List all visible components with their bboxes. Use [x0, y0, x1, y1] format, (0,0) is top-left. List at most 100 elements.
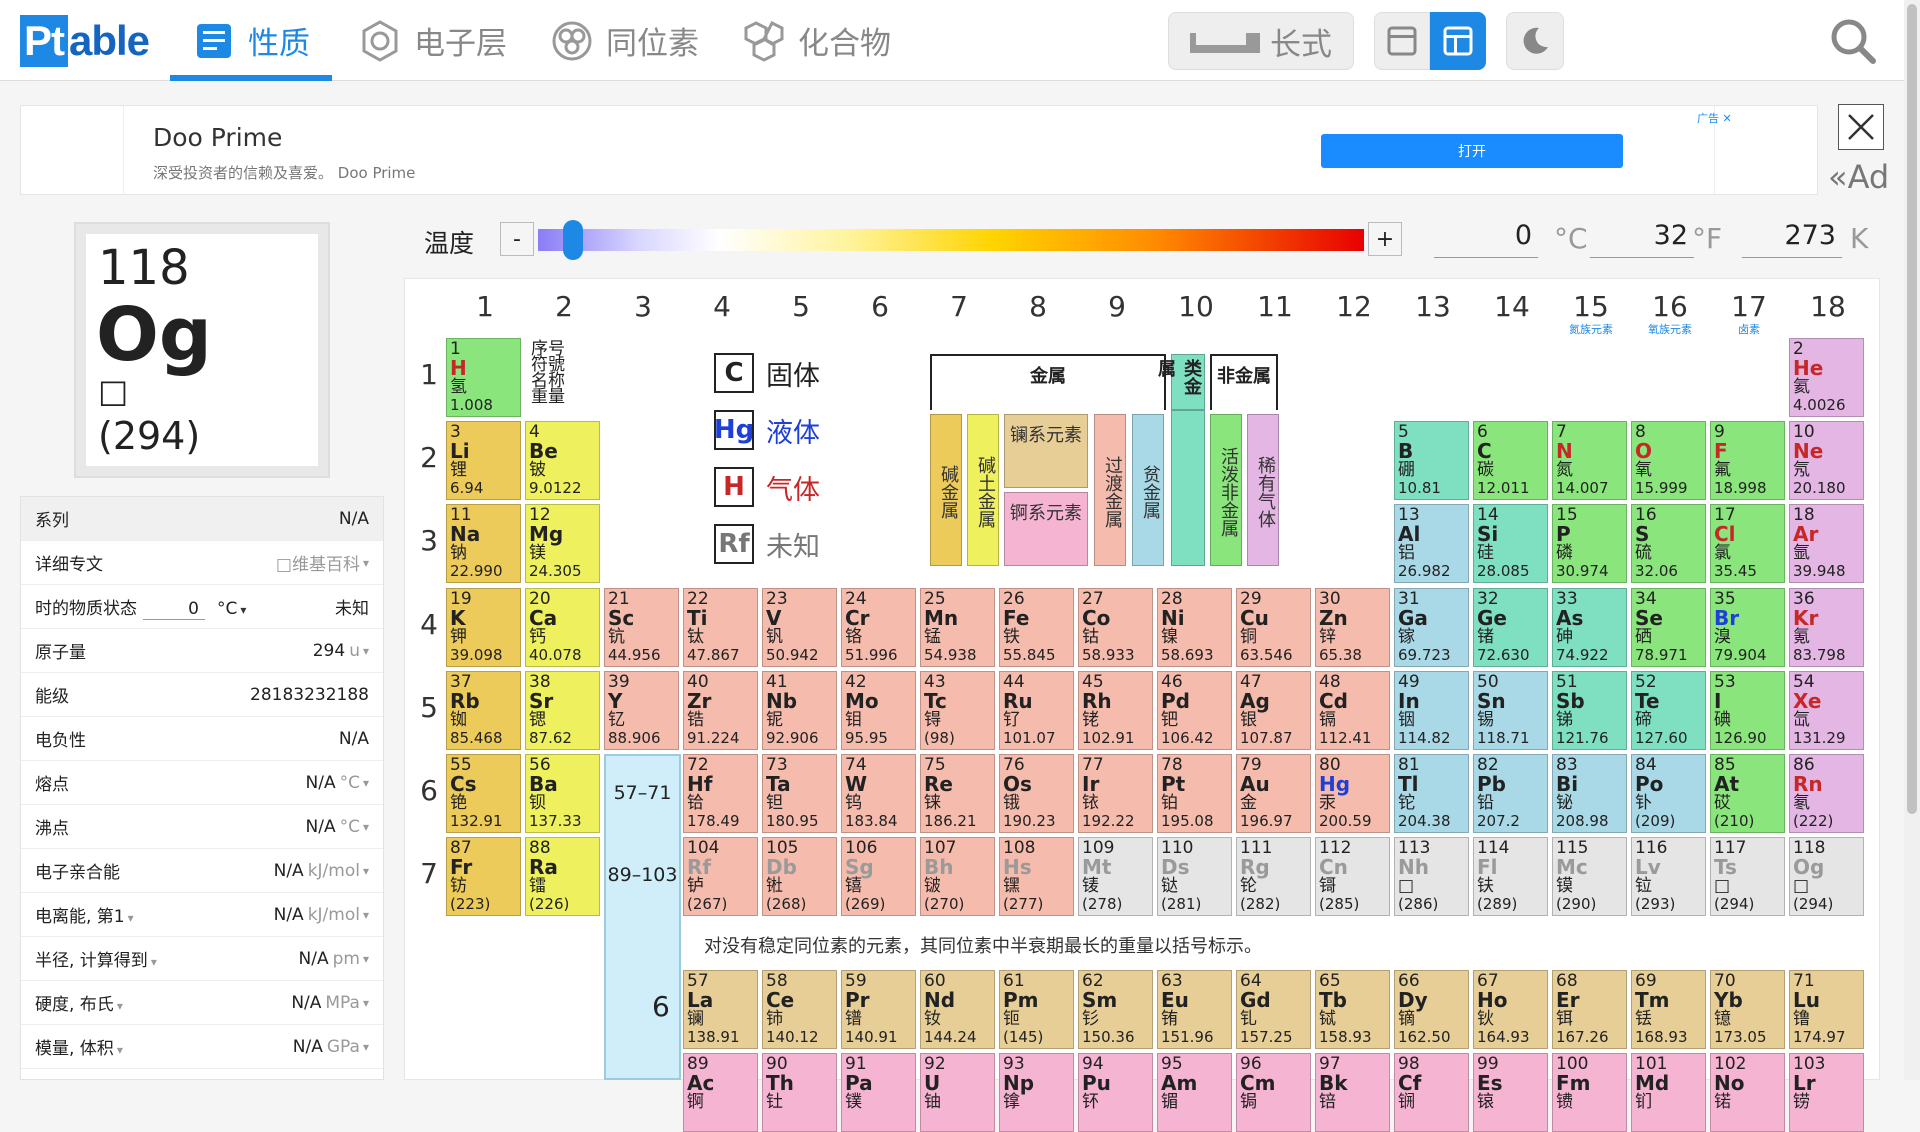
celsius-input[interactable]: 0: [1434, 220, 1538, 258]
element-cell-ag[interactable]: 47 Ag 银 107.87: [1236, 671, 1311, 750]
element-cell-rb[interactable]: 37 Rb 铷 85.468: [446, 671, 521, 750]
element-cell-og[interactable]: 118 Og □ (294): [1789, 837, 1864, 916]
element-cell-rh[interactable]: 45 Rh 铑 102.91: [1078, 671, 1153, 750]
element-cell-sg[interactable]: 106 Sg 𬭳 (269): [841, 837, 916, 916]
property-row[interactable]: 电离能, 第1 ▾ N/A kJ/mol ▾: [21, 893, 383, 937]
element-cell-rn[interactable]: 86 Rn 氡 (222): [1789, 754, 1864, 833]
element-cell-k[interactable]: 19 K 钾 39.098: [446, 588, 521, 667]
element-cell-bi[interactable]: 83 Bi 铋 208.98: [1552, 754, 1627, 833]
element-cell-nd[interactable]: 60 Nd 钕 144.24: [920, 970, 995, 1049]
property-row[interactable]: 时的物质状态 0 °C ▾ 未知: [21, 585, 383, 629]
element-cell-cr[interactable]: 24 Cr 铬 51.996: [841, 588, 916, 667]
element-cell-p[interactable]: 15 P 磷 30.974: [1552, 504, 1627, 583]
ad-toggle-label[interactable]: «Ad: [1828, 158, 1889, 196]
element-cell-co[interactable]: 27 Co 钴 58.933: [1078, 588, 1153, 667]
element-cell-bh[interactable]: 107 Bh 𬭛 (270): [920, 837, 995, 916]
chevron-down-icon[interactable]: ▾: [363, 776, 369, 790]
scrollbar-thumb[interactable]: [1907, 4, 1917, 814]
element-cell-cn[interactable]: 112 Cn 鿔 (285): [1315, 837, 1390, 916]
element-cell-as[interactable]: 33 As 砷 74.922: [1552, 588, 1627, 667]
state-key-unknown[interactable]: Rf 未知: [714, 524, 820, 564]
element-cell-sn[interactable]: 50 Sn 锡 118.71: [1473, 671, 1548, 750]
element-cell-ts[interactable]: 117 Ts □ (294): [1710, 837, 1785, 916]
element-cell-al[interactable]: 13 Al 铝 26.982: [1394, 504, 1469, 583]
group-header-15[interactable]: 15 氮族元素: [1552, 290, 1630, 337]
period-label-7[interactable]: 7: [418, 857, 440, 890]
property-label[interactable]: 电离能, 第1 ▾: [35, 902, 274, 927]
element-cell-mc[interactable]: 115 Mc 镆 (290): [1552, 837, 1627, 916]
element-cell-y[interactable]: 39 Y 钇 88.906: [604, 671, 679, 750]
element-cell-b[interactable]: 5 B 硼 10.81: [1394, 421, 1469, 500]
element-cell-ru[interactable]: 44 Ru 钌 101.07: [999, 671, 1074, 750]
element-cell-cl[interactable]: 17 Cl 氯 35.45: [1710, 504, 1785, 583]
group-header-6[interactable]: 6: [841, 290, 919, 323]
element-cell-ac[interactable]: 89 Ac 锕: [683, 1053, 758, 1132]
element-cell-pa[interactable]: 91 Pa 镤: [841, 1053, 916, 1132]
element-cell-si[interactable]: 14 Si 硅 28.085: [1473, 504, 1548, 583]
element-cell-yb[interactable]: 70 Yb 镱 173.05: [1710, 970, 1785, 1049]
element-cell-sc[interactable]: 21 Sc 钪 44.956: [604, 588, 679, 667]
chevron-down-icon[interactable]: ▾: [363, 644, 369, 658]
element-cell-cd[interactable]: 48 Cd 镉 112.41: [1315, 671, 1390, 750]
element-cell-he[interactable]: 2 He 氦 4.0026: [1789, 338, 1864, 417]
element-cell-zr[interactable]: 40 Zr 锆 91.224: [683, 671, 758, 750]
state-temperature-unit[interactable]: °C: [217, 599, 237, 619]
element-cell-eu[interactable]: 63 Eu 铕 151.96: [1157, 970, 1232, 1049]
element-cell-fm[interactable]: 100 Fm 镄: [1552, 1053, 1627, 1132]
element-cell-ga[interactable]: 31 Ga 镓 69.723: [1394, 588, 1469, 667]
element-cell-ar[interactable]: 18 Ar 氩 39.948: [1789, 504, 1864, 583]
element-cell-hs[interactable]: 108 Hs 𬭶 (277): [999, 837, 1074, 916]
layout-sidebar-button[interactable]: [1430, 12, 1486, 70]
element-cell-ni[interactable]: 28 Ni 镍 58.693: [1157, 588, 1232, 667]
group-header-4[interactable]: 4: [683, 290, 761, 323]
lanthanide-range[interactable]: 57–71: [604, 782, 681, 804]
element-cell-ge[interactable]: 32 Ge 锗 72.630: [1473, 588, 1548, 667]
element-cell-ti[interactable]: 22 Ti 钛 47.867: [683, 588, 758, 667]
element-cell-sr[interactable]: 38 Sr 锶 87.62: [525, 671, 600, 750]
element-cell-at[interactable]: 85 At 砹 (210): [1710, 754, 1785, 833]
element-cell-mt[interactable]: 109 Mt 鿏 (278): [1078, 837, 1153, 916]
legend-lanthanides[interactable]: 镧系元素: [1004, 414, 1088, 488]
element-cell-zn[interactable]: 30 Zn 锌 65.38: [1315, 588, 1390, 667]
element-cell-re[interactable]: 75 Re 铼 186.21: [920, 754, 995, 833]
period-label-5[interactable]: 5: [418, 691, 440, 724]
legend-alkaline-earth-metals[interactable]: 碱土金属: [967, 414, 999, 566]
element-cell-rf[interactable]: 104 Rf 𬬻 (267): [683, 837, 758, 916]
state-temperature-input[interactable]: 0: [143, 599, 205, 620]
long-form-button[interactable]: 长式: [1168, 12, 1354, 70]
legend-metalloid[interactable]: 类金属: [1155, 354, 1205, 410]
ptable-logo[interactable]: Pt able: [20, 15, 150, 67]
element-cell-ds[interactable]: 110 Ds 𫟼 (281): [1157, 837, 1232, 916]
period-label-2[interactable]: 2: [418, 441, 440, 474]
element-cell-th[interactable]: 90 Th 钍: [762, 1053, 837, 1132]
group-header-9[interactable]: 9: [1078, 290, 1156, 323]
state-key-liquid[interactable]: Hg 液体: [714, 410, 820, 450]
group-header-12[interactable]: 12: [1315, 290, 1393, 323]
chevron-down-icon[interactable]: ▾: [363, 952, 369, 966]
group-header-17[interactable]: 17 卤素: [1710, 290, 1788, 337]
element-cell-in[interactable]: 49 In 铟 114.82: [1394, 671, 1469, 750]
element-cell-bk[interactable]: 97 Bk 锫: [1315, 1053, 1390, 1132]
ad-choices-tag[interactable]: 广告 ✕: [1697, 110, 1732, 126]
chevron-down-icon[interactable]: ▾: [363, 820, 369, 834]
group-header-11[interactable]: 11: [1236, 290, 1314, 323]
element-cell-pu[interactable]: 94 Pu 钚: [1078, 1053, 1153, 1132]
element-cell-hf[interactable]: 72 Hf 铪 178.49: [683, 754, 758, 833]
chevron-down-icon[interactable]: ▾: [117, 999, 123, 1013]
legend-metalloid-column[interactable]: [1171, 410, 1205, 566]
chevron-down-icon[interactable]: ▾: [151, 955, 157, 969]
element-cell-w[interactable]: 74 W 钨 183.84: [841, 754, 916, 833]
element-cell-fe[interactable]: 26 Fe 铁 55.845: [999, 588, 1074, 667]
element-cell-sb[interactable]: 51 Sb 锑 121.76: [1552, 671, 1627, 750]
period-label-1[interactable]: 1: [418, 358, 440, 391]
element-cell-au[interactable]: 79 Au 金 196.97: [1236, 754, 1311, 833]
kelvin-input[interactable]: 273: [1742, 220, 1842, 258]
element-cell-hg[interactable]: 80 Hg 汞 200.59: [1315, 754, 1390, 833]
ad-banner[interactable]: Doo Prime 深受投资者的信赖及喜爱。 Doo Prime 打开 广告 ✕: [20, 105, 1818, 195]
temperature-slider-thumb[interactable]: [562, 220, 583, 260]
group-header-3[interactable]: 3: [604, 290, 682, 323]
element-cell-no[interactable]: 102 No 锘: [1710, 1053, 1785, 1132]
element-cell-xe[interactable]: 54 Xe 氙 131.29: [1789, 671, 1864, 750]
element-cell-tm[interactable]: 69 Tm 铥 168.93: [1631, 970, 1706, 1049]
property-row[interactable]: 硬度, 布氏 ▾ N/A MPa ▾: [21, 981, 383, 1025]
